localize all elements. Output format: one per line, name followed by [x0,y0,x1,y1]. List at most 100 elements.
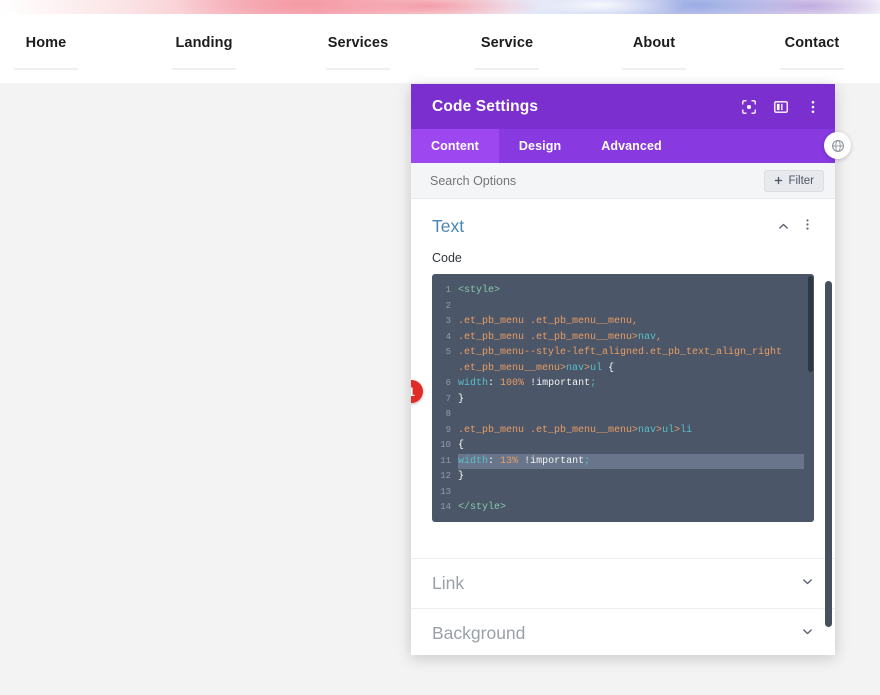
nav-item-service[interactable]: Service [461,35,553,51]
hero-gradient-image [0,0,880,14]
chevron-up-icon[interactable] [777,220,790,233]
code-line[interactable]: width: 13% !important; [458,453,804,469]
code-token: , [656,331,663,343]
nav-item-contact[interactable]: Contact [766,35,858,51]
section-text-header[interactable]: Text [432,216,814,237]
code-line[interactable]: .et_pb_menu .et_pb_menu__menu, [458,314,804,330]
code-token: .et_pb_menu .et_pb_menu__menu, [458,316,639,327]
section-text-tools [777,218,814,236]
code-line[interactable]: </style> [458,500,804,516]
code-token: ; [584,455,591,467]
section-text-title: Text [432,216,465,236]
nav-underline [780,68,844,70]
tab-advanced[interactable]: Advanced [581,129,682,163]
code-token: } [458,393,465,405]
code-token: </style> [458,502,507,513]
search-input[interactable] [430,173,765,188]
code-token: .et_pb_menu--style-left_aligned.et_pb_te… [458,347,783,358]
tab-design[interactable]: Design [499,129,581,163]
modal-body: Text Code 1 2 3 4 5 6 7 8 9 10 11 12 13 … [411,199,835,655]
code-line-number: 8 [445,409,451,419]
code-scrollbar[interactable] [808,276,813,372]
section-row-title: Background [432,623,526,643]
plus-icon [775,176,783,185]
nav-underline [14,68,78,70]
code-line-numbers: 1 2 3 4 5 6 7 8 9 10 11 12 13 14 [432,283,458,516]
globe-icon [831,139,844,152]
collapsed-sections: Link Background [411,558,835,655]
code-line-number: 10 [440,440,451,450]
modal-title: Code Settings [432,97,539,115]
code-token: .et_pb_menu .et_pb_menu__menu> [458,331,639,343]
nav-item-home[interactable]: Home [0,35,92,51]
screen: Home Landing Services Service About Contact C… [0,0,880,695]
code-token: !important [530,378,591,389]
section-row-background[interactable]: Background [411,608,835,655]
section-row-link[interactable]: Link [411,558,835,608]
focus-icon[interactable] [740,98,757,115]
tab-content[interactable]: Content [411,129,499,163]
chevron-down-icon[interactable] [801,575,814,593]
code-line[interactable]: .et_pb_menu .et_pb_menu__menu>nav, [458,330,804,346]
section-text: Text Code 1 2 3 4 5 6 7 8 9 10 11 12 13 … [411,199,835,522]
code-line-number: 11 [440,455,451,466]
modal-tabs: Content Design Advanced [411,129,835,163]
modal-header-actions [740,98,821,115]
code-line-number: 13 [440,486,451,497]
code-token: : [488,455,501,467]
section-row-title: Link [432,573,465,593]
chevron-down-icon[interactable] [801,625,814,643]
filter-button[interactable]: Filter [764,169,824,192]
code-line-number: 6 [445,378,451,388]
code-line-number: 5 [445,347,451,357]
globe-icon-badge[interactable] [824,132,851,159]
site-navigation: Home Landing Services Service About Contact [0,14,880,83]
code-line-number: 1 [445,285,451,295]
code-field-label: Code [432,251,462,265]
layout-columns-icon[interactable] [772,98,789,115]
panel-scrollbar[interactable] [825,281,832,627]
code-line-number: 14 [440,502,451,512]
code-line[interactable] [458,485,804,501]
code-token: .et_pb_menu__menu> [458,362,567,374]
code-editor[interactable]: 1 2 3 4 5 6 7 8 9 10 11 12 13 14 <style> .et_pb_menu .… [432,274,814,522]
nav-item-services[interactable]: Services [312,35,404,51]
code-line[interactable] [458,299,804,315]
code-line-number: 9 [445,424,451,435]
code-line[interactable]: width: 100% !important; [458,376,804,392]
code-line[interactable]: .et_pb_menu .et_pb_menu__menu>nav>ul>li [458,423,804,439]
code-line-number: 4 [445,331,451,342]
code-line[interactable] [458,407,804,423]
nav-item-landing[interactable]: Landing [158,35,250,51]
code-token: width [458,378,489,389]
overflow-menu-icon[interactable] [804,98,821,115]
nav-item-about[interactable]: About [608,35,700,51]
code-token: width [458,455,489,467]
section-overflow-menu-icon[interactable] [801,218,814,236]
code-line-number [432,361,451,377]
search-options-row: Filter [411,163,835,199]
code-token: <style> [458,285,501,296]
code-token: nav [638,331,657,343]
nav-underline [622,68,686,70]
code-line[interactable]: .et_pb_menu__menu>nav>ul { [458,361,804,377]
code-token: ; [590,378,597,389]
code-line[interactable]: .et_pb_menu--style-left_aligned.et_pb_te… [458,345,804,361]
code-token: .et_pb_menu .et_pb_menu__menu> [458,424,639,436]
code-line[interactable]: { [458,438,804,454]
code-token: 13% [500,455,519,467]
code-token: } [458,471,465,482]
code-token: !important [524,455,585,467]
code-line[interactable]: } [458,392,804,408]
code-line[interactable]: } [458,469,804,485]
modal-header: Code Settings [411,84,835,129]
code-token: ul [590,362,603,374]
code-settings-modal: Code Settings Content Design Advanced Se… [411,84,835,655]
code-content[interactable]: <style> .et_pb_menu .et_pb_menu__menu, .et… [458,283,814,516]
nav-underline [326,68,390,70]
code-line-number: 2 [445,300,451,311]
code-token: { [458,440,465,451]
code-line[interactable]: <style> [458,283,804,299]
nav-underline [475,68,539,70]
filter-label: Filter [788,174,814,187]
